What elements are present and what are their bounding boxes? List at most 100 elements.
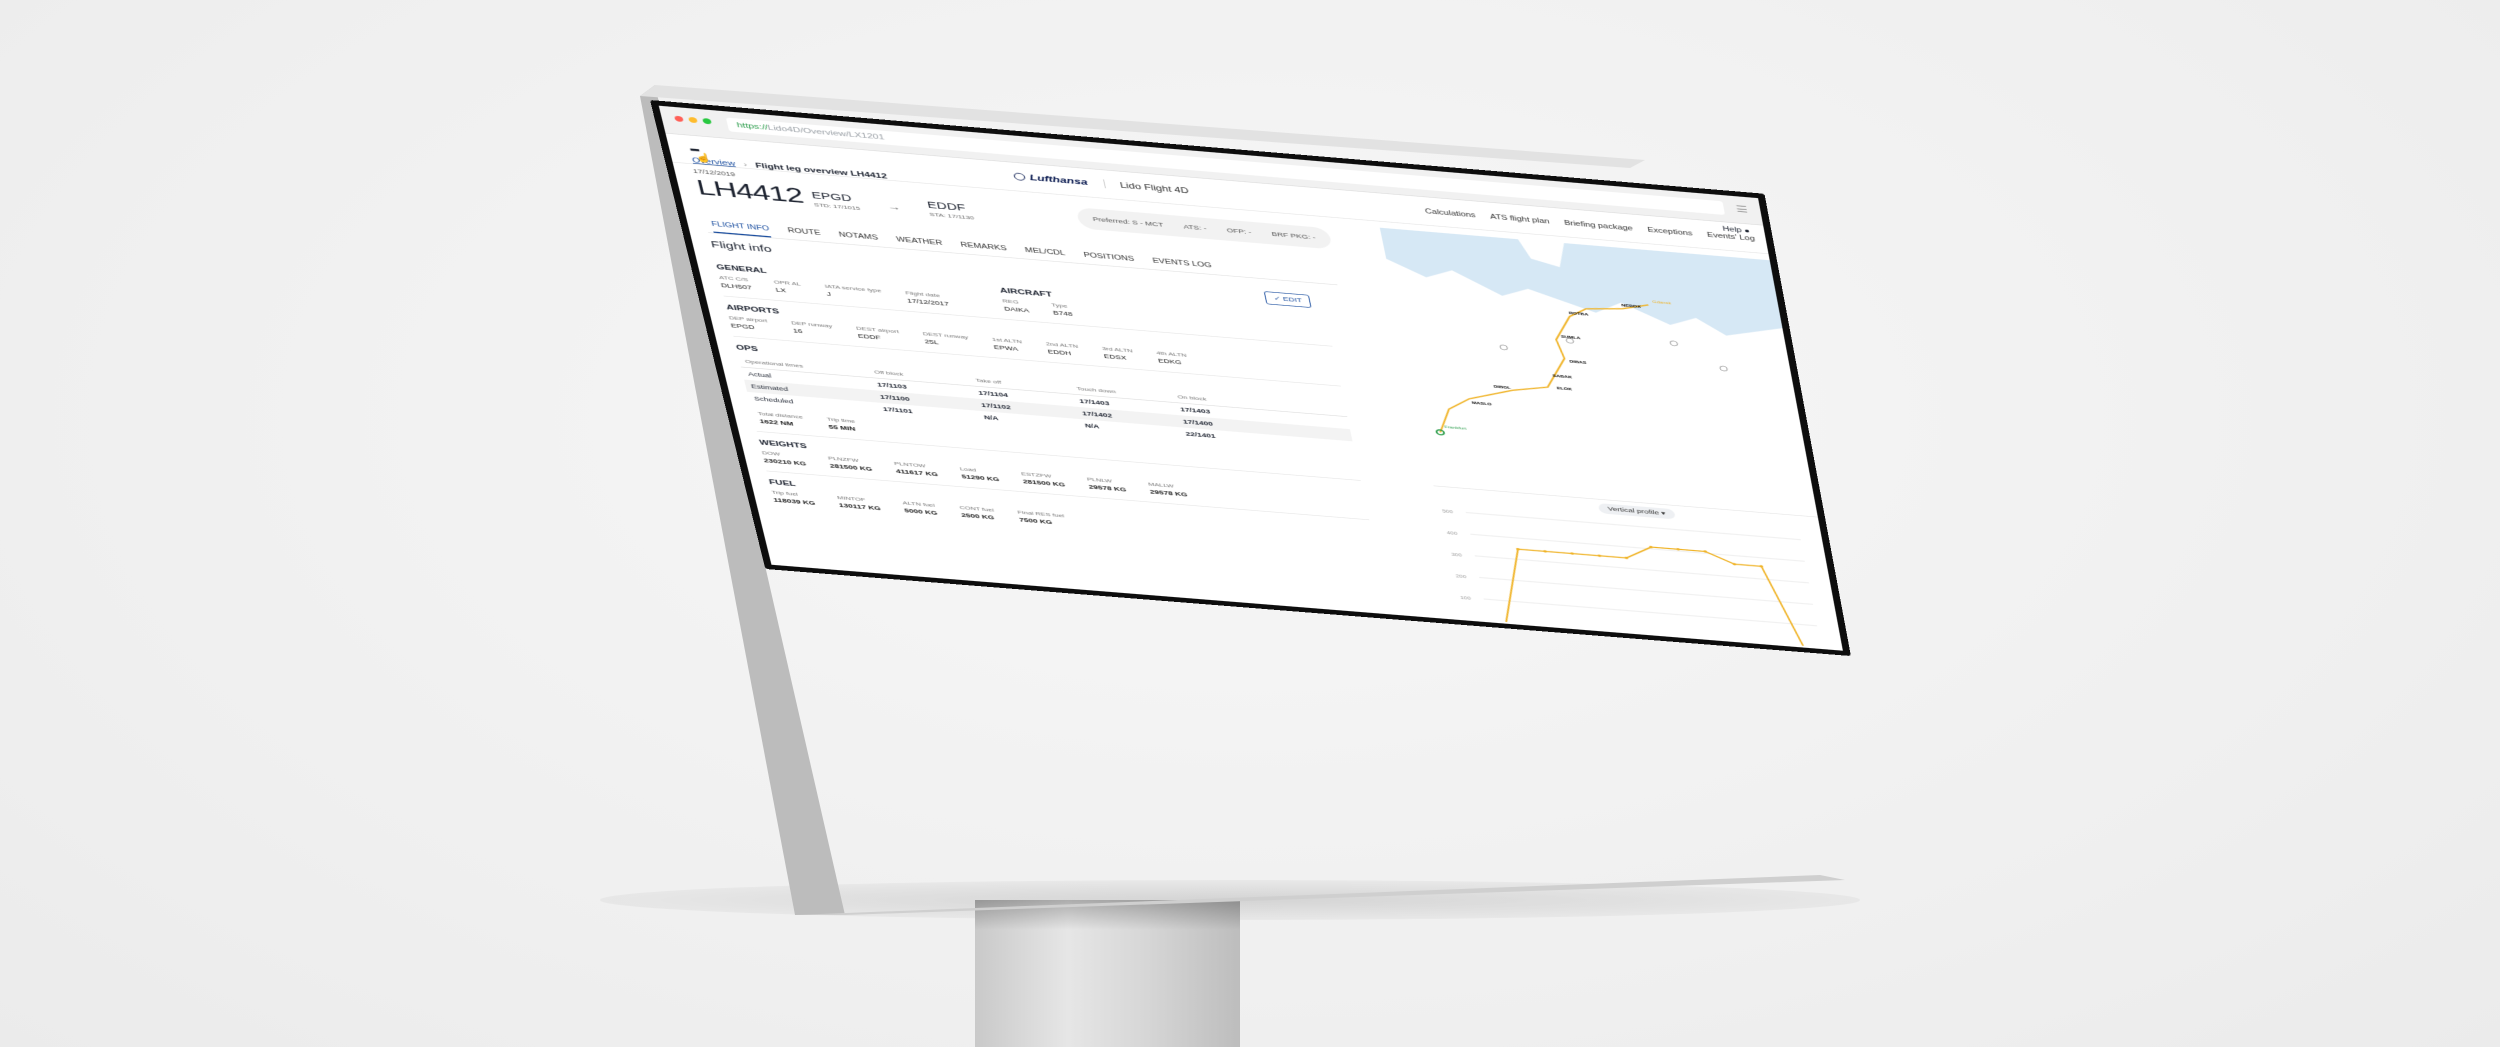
flight-info-panel: Flight info ✓ EDIT GENERAL ATC C/S DLH507… — [710, 239, 1376, 551]
map-canvas: Frankfurt Gdansk ROTBA SUMLA DIBAS ELOK … — [1380, 228, 1818, 517]
field-label: Type — [1051, 302, 1072, 309]
destination: EDDF STA: 17/1130 — [926, 200, 974, 221]
field-plnlw: PLNLW 29578 KG — [1086, 476, 1126, 492]
hamburger-icon[interactable]: ☰ — [1735, 204, 1749, 216]
profile-point[interactable] — [1759, 565, 1763, 568]
field-load: Load 51290 KG — [959, 466, 1000, 482]
preferred-ats: ATS: - — [1183, 223, 1207, 231]
preferred-route: Preferred: S - MCT — [1092, 216, 1164, 228]
waypoint-label: MASLO — [1471, 401, 1492, 407]
field-opr-al: OPR AL LX — [773, 279, 803, 295]
field-dep-airport: DEP airport EPGD — [728, 315, 769, 332]
field-value: DAIKA — [1004, 305, 1030, 313]
field-altn-fuel: ALTN fuel 5000 KG — [902, 500, 938, 516]
field-value: EDKG — [1157, 357, 1188, 366]
waypoint-label: SUMLA — [1561, 335, 1582, 341]
field-4th-altn: 4th ALTN EDKG — [1156, 350, 1189, 366]
y-tick-label: 200 — [1456, 574, 1467, 579]
product-name: Lido Flight 4D — [1103, 179, 1189, 195]
profile-point[interactable] — [1703, 550, 1707, 553]
brand: Lufthansa Lido Flight 4D — [1013, 171, 1190, 195]
close-dot[interactable] — [674, 116, 684, 122]
field-value: EDDF — [857, 333, 901, 343]
field-value: DLH507 — [720, 282, 752, 291]
brand-name: Lufthansa — [1029, 173, 1089, 187]
alt-airport-marker[interactable] — [1500, 345, 1508, 351]
grid-line — [1479, 577, 1813, 604]
waypoint-label: DIBOL — [1493, 385, 1511, 391]
lufthansa-logo: Lufthansa — [1013, 171, 1089, 187]
field-flight-date: Flight date 17/12/2017 — [905, 290, 950, 307]
field-atc-cs: ATC C/S DLH507 — [718, 275, 752, 291]
field-value: 118039 KG — [773, 497, 816, 506]
field-total-distance: Total distance 1622 NM — [757, 411, 805, 428]
vertical-profile-label: Vertical profile — [1607, 506, 1659, 516]
field-trip-fuel: Trip fuel 118039 KG — [771, 489, 816, 506]
tab-route[interactable]: ROUTE — [786, 223, 822, 241]
field-trip-time: Trip time 55 MIN — [826, 416, 858, 432]
tab-weather[interactable]: WEATHER — [895, 233, 944, 252]
alt-airport-marker[interactable] — [1719, 366, 1727, 372]
field-value: 2500 KG — [960, 512, 996, 521]
url-path: Lido4D/Overview/LX1201 — [767, 124, 885, 141]
field-value: EDDH — [1047, 348, 1081, 357]
stage: https://Lido4D/Overview/LX1201 ☰ ▪▪▪ Ove… — [0, 0, 2500, 1047]
field-value: 51290 KG — [961, 473, 1000, 482]
field-value: 281500 KG — [829, 463, 873, 473]
departure: EPGD STD: 17/1015 — [811, 190, 861, 211]
field-dest-airport: DEST airport EDDF — [855, 325, 901, 342]
profile-line — [1488, 534, 1803, 646]
field-plntow: PLNTOW 411617 KG — [894, 461, 939, 478]
profile-point[interactable] — [1597, 554, 1601, 557]
route-map[interactable]: Frankfurt Gdansk ROTBA SUMLA DIBAS ELOK … — [1380, 228, 1818, 517]
field-iata-service-type: IATA service type J — [824, 283, 884, 301]
aircraft-section: AIRCRAFT REG DAIKA Type B748 — [998, 279, 1074, 317]
field-value: 55 MIN — [828, 424, 858, 432]
hand-cursor-icon: ☝ — [694, 152, 713, 164]
profile-point[interactable] — [1570, 552, 1574, 555]
window-controls — [674, 116, 712, 125]
field-mintof: MINTOF 130117 KG — [837, 495, 882, 512]
field-final-res-fuel: Final RES fuel 7500 KG — [1017, 509, 1067, 526]
waypoint-label: SABAK — [1552, 374, 1573, 380]
field-value: 29578 KG — [1088, 484, 1127, 493]
y-tick-label: 500 — [1442, 509, 1454, 514]
grid-line — [1466, 513, 1801, 540]
field-value: 411617 KG — [895, 468, 938, 477]
field-reg: REG DAIKA — [1002, 298, 1030, 314]
y-tick-label: 100 — [1460, 596, 1471, 601]
zoom-dot[interactable] — [702, 118, 712, 124]
tab-positions[interactable]: POSITIONS — [1082, 248, 1136, 268]
field-label: REG — [1002, 298, 1028, 306]
tab-remarks[interactable]: REMARKS — [959, 238, 1008, 257]
field-dest-runway: DEST runway 25L — [922, 331, 971, 348]
grid-line — [1484, 599, 1817, 626]
tab-notams[interactable]: NOTAMS — [837, 228, 880, 247]
alt-airport-marker[interactable] — [1670, 341, 1678, 347]
preferred-brf-pkg: BRF PKG: - — [1271, 231, 1316, 241]
aircraft-fields: REG DAIKA Type B748 — [1002, 298, 1073, 317]
profile-point[interactable] — [1676, 548, 1680, 551]
field-estzfw: ESTZFW 281500 KG — [1021, 471, 1066, 488]
field-value: 130117 KG — [838, 502, 881, 511]
arrow-right-icon: → — [886, 201, 901, 212]
field-1st-altn: 1st ALTN EPWA — [991, 337, 1024, 353]
field-plnzfw: PLNZFW 281500 KG — [827, 455, 872, 472]
preferred-ofp: OFP: - — [1226, 227, 1252, 235]
url-scheme: https:// — [736, 121, 769, 131]
grid-line — [1470, 534, 1804, 561]
field-2nd-altn: 2nd ALTN EDDH — [1045, 341, 1080, 357]
field-dep-runway: DEP runway 16 — [790, 320, 834, 337]
crane-icon — [1013, 172, 1026, 180]
tab-mel-cdl[interactable]: MEL/CDL — [1024, 243, 1068, 262]
y-tick-label: 400 — [1447, 531, 1458, 536]
start-label: Frankfurt — [1444, 425, 1467, 431]
minimize-dot[interactable] — [688, 117, 698, 123]
profile-point[interactable] — [1516, 548, 1520, 551]
profile-point[interactable] — [1543, 550, 1547, 553]
field-value: 5000 KG — [904, 507, 938, 516]
field-value: 17/12/2017 — [906, 297, 949, 307]
field-3rd-altn: 3rd ALTN EDSX — [1101, 346, 1135, 362]
profile-point[interactable] — [1732, 563, 1736, 566]
bell-icon[interactable]: ● — [1744, 228, 1751, 235]
